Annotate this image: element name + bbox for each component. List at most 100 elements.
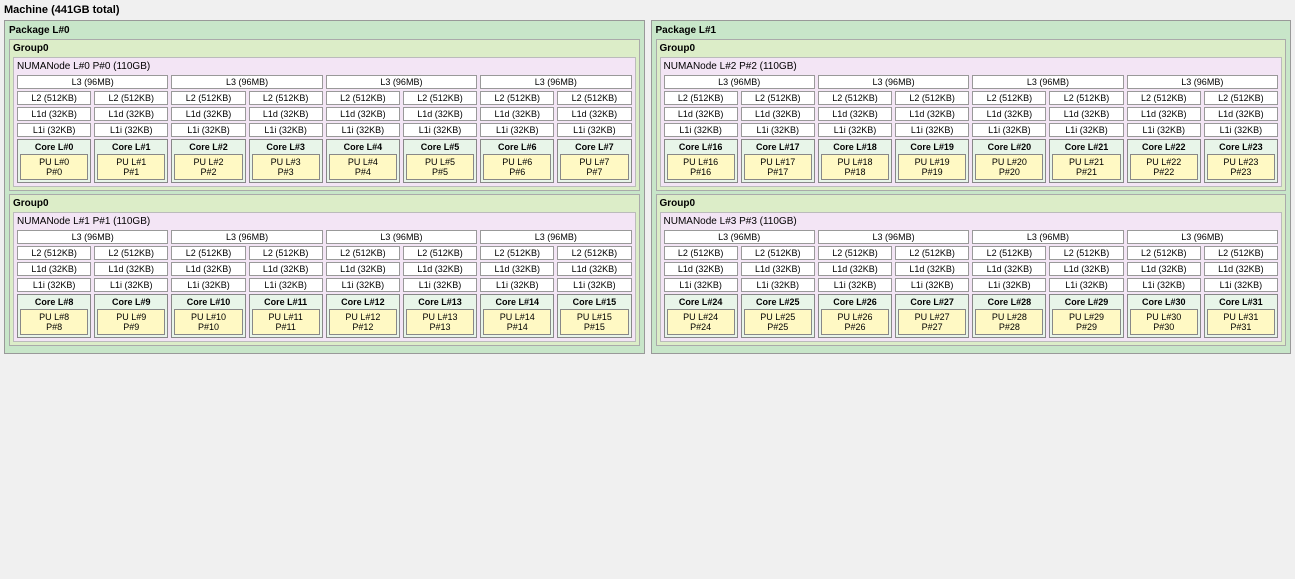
l1d-cache: L1d (32KB)	[1049, 262, 1123, 276]
l1d-row: L1d (32KB)L1d (32KB)L1d (32KB)L1d (32KB)…	[17, 107, 632, 121]
numa-title: NUMANode L#0 P#0 (110GB)	[17, 61, 632, 72]
l1i-row: L1i (32KB)L1i (32KB)L1i (32KB)L1i (32KB)…	[17, 278, 632, 292]
core-box: Core L#17 PU L#17 P#17	[741, 139, 815, 183]
l3-cache: L3 (96MB)	[1127, 75, 1278, 89]
pu-box: PU L#7 P#7	[560, 154, 628, 180]
l2-cache: L2 (512KB)	[818, 246, 892, 260]
core-box: Core L#30PU L#30 P#30	[1127, 294, 1201, 338]
l1d-cache: L1d (32KB)	[403, 262, 477, 276]
group-title: Group0	[13, 43, 636, 54]
core-box: Core L#25PU L#25 P#25	[741, 294, 815, 338]
l1i-cache: L1i (32KB)	[557, 123, 631, 137]
core-label: Core L#6	[498, 142, 537, 152]
pu-box: PU L#15 P#15	[560, 309, 628, 335]
l1d-cache: L1d (32KB)	[1204, 107, 1278, 121]
l2-cache: L2 (512KB)	[664, 91, 738, 105]
package-pkg1: Package L#1Group0NUMANode L#2 P#2 (110GB…	[651, 20, 1292, 354]
l2-cache: L2 (512KB)	[1204, 91, 1278, 105]
l1d-cache: L1d (32KB)	[480, 262, 554, 276]
numa-title: NUMANode L#2 P#2 (110GB)	[664, 61, 1279, 72]
l2-cache: L2 (512KB)	[326, 246, 400, 260]
l1i-cache: L1i (32KB)	[249, 278, 323, 292]
l1d-cache: L1d (32KB)	[171, 107, 245, 121]
l2-row: L2 (512KB)L2 (512KB)L2 (512KB)L2 (512KB)…	[17, 246, 632, 260]
core-label: Core L#7	[575, 142, 614, 152]
l2-cache: L2 (512KB)	[17, 91, 91, 105]
l2-cache: L2 (512KB)	[972, 91, 1046, 105]
l1i-cache: L1i (32KB)	[1049, 278, 1123, 292]
pu-box: PU L#16 P#16	[667, 154, 735, 180]
core-label: Core L#25	[756, 297, 800, 307]
l3-cache: L3 (96MB)	[17, 230, 168, 244]
l2-cache: L2 (512KB)	[741, 91, 815, 105]
pu-box: PU L#1 P#1	[97, 154, 165, 180]
pu-box: PU L#17 P#17	[744, 154, 812, 180]
l2-cache: L2 (512KB)	[249, 91, 323, 105]
core-box: Core L#12PU L#12 P#12	[326, 294, 400, 338]
l1d-cache: L1d (32KB)	[741, 262, 815, 276]
l2-cache: L2 (512KB)	[1127, 91, 1201, 105]
l2-cache: L2 (512KB)	[171, 91, 245, 105]
pu-box: PU L#13 P#13	[406, 309, 474, 335]
l1i-cache: L1i (32KB)	[972, 123, 1046, 137]
l2-cache: L2 (512KB)	[818, 91, 892, 105]
core-label: Core L#15	[573, 297, 617, 307]
l3-cache: L3 (96MB)	[1127, 230, 1278, 244]
core-label: Core L#2	[189, 142, 228, 152]
l3-row: L3 (96MB)L3 (96MB)L3 (96MB)L3 (96MB)	[17, 230, 632, 244]
l3-cache: L3 (96MB)	[664, 75, 815, 89]
core-label: Core L#23	[1219, 142, 1263, 152]
pu-box: PU L#8 P#8	[20, 309, 88, 335]
l2-cache: L2 (512KB)	[895, 91, 969, 105]
cores-row: Core L#24PU L#24 P#24Core L#25PU L#25 P#…	[664, 294, 1279, 338]
l3-row: L3 (96MB)L3 (96MB)L3 (96MB)L3 (96MB)	[664, 230, 1279, 244]
core-box: Core L#4PU L#4 P#4	[326, 139, 400, 183]
l2-cache: L2 (512KB)	[403, 91, 477, 105]
l3-row: L3 (96MB)L3 (96MB)L3 (96MB)L3 (96MB)	[664, 75, 1279, 89]
l1i-row: L1i (32KB)L1i (32KB)L1i (32KB)L1i (32KB)…	[664, 278, 1279, 292]
l1i-row: L1i (32KB)L1i (32KB)L1i (32KB)L1i (32KB)…	[664, 123, 1279, 137]
pu-box: PU L#5 P#5	[406, 154, 474, 180]
pu-box: PU L#21 P#21	[1052, 154, 1120, 180]
pu-box: PU L#19 P#19	[898, 154, 966, 180]
l2-cache: L2 (512KB)	[1127, 246, 1201, 260]
l1d-cache: L1d (32KB)	[1127, 107, 1201, 121]
l3-cache: L3 (96MB)	[171, 230, 322, 244]
l3-cache: L3 (96MB)	[818, 230, 969, 244]
l1i-cache: L1i (32KB)	[741, 123, 815, 137]
l1i-cache: L1i (32KB)	[1127, 123, 1201, 137]
l2-cache: L2 (512KB)	[1049, 246, 1123, 260]
core-label: Core L#12	[341, 297, 385, 307]
l3-cache: L3 (96MB)	[480, 230, 631, 244]
l1i-cache: L1i (32KB)	[1049, 123, 1123, 137]
l3-cache: L3 (96MB)	[664, 230, 815, 244]
pu-box: PU L#0 P#0	[20, 154, 88, 180]
core-box: Core L#31PU L#31 P#31	[1204, 294, 1278, 338]
core-box: Core L#24PU L#24 P#24	[664, 294, 738, 338]
machine-container: Package L#0Group0NUMANode L#0 P#0 (110GB…	[4, 20, 1291, 354]
l1i-cache: L1i (32KB)	[326, 123, 400, 137]
l2-cache: L2 (512KB)	[94, 91, 168, 105]
core-label: Core L#17	[756, 142, 800, 152]
l1d-cache: L1d (32KB)	[94, 107, 168, 121]
l2-row: L2 (512KB)L2 (512KB)L2 (512KB)L2 (512KB)…	[664, 91, 1279, 105]
core-label: Core L#31	[1219, 297, 1263, 307]
l1i-cache: L1i (32KB)	[664, 123, 738, 137]
core-label: Core L#27	[910, 297, 954, 307]
l2-cache: L2 (512KB)	[972, 246, 1046, 260]
l1i-cache: L1i (32KB)	[480, 278, 554, 292]
l3-row: L3 (96MB)L3 (96MB)L3 (96MB)L3 (96MB)	[17, 75, 632, 89]
l2-cache: L2 (512KB)	[557, 246, 631, 260]
l1d-cache: L1d (32KB)	[403, 107, 477, 121]
l2-cache: L2 (512KB)	[17, 246, 91, 260]
l1d-cache: L1d (32KB)	[326, 107, 400, 121]
l1d-row: L1d (32KB)L1d (32KB)L1d (32KB)L1d (32KB)…	[664, 262, 1279, 276]
core-box: Core L#6PU L#6 P#6	[480, 139, 554, 183]
l1i-row: L1i (32KB)L1i (32KB)L1i (32KB)L1i (32KB)…	[17, 123, 632, 137]
l1i-cache: L1i (32KB)	[94, 123, 168, 137]
core-label: Core L#13	[418, 297, 462, 307]
cores-row: Core L#8PU L#8 P#8Core L#9PU L#9 P#9Core…	[17, 294, 632, 338]
l2-cache: L2 (512KB)	[94, 246, 168, 260]
core-box: Core L#7 PU L#7 P#7	[557, 139, 631, 183]
core-box: Core L#10PU L#10 P#10	[171, 294, 245, 338]
